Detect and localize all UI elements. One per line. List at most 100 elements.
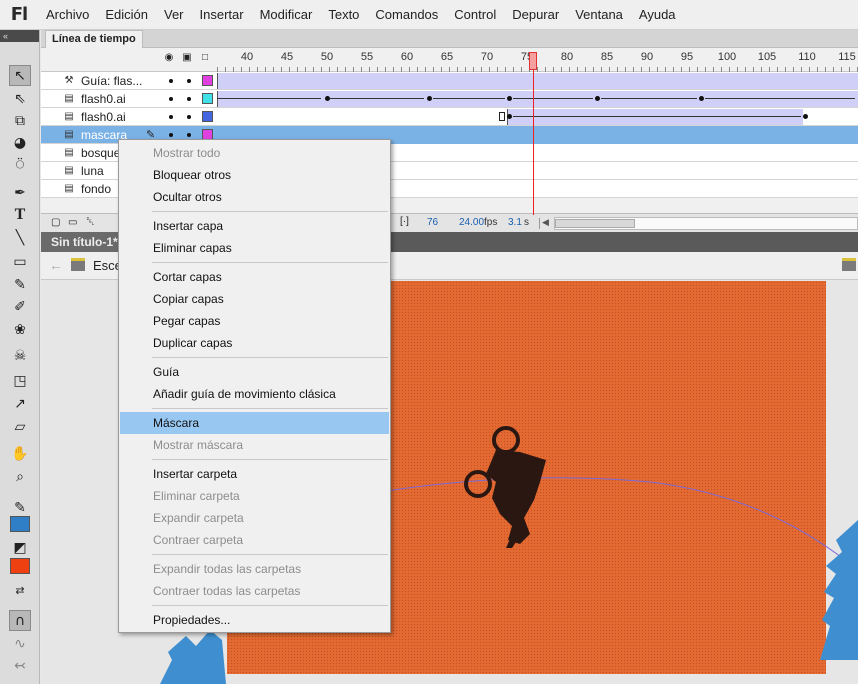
context-menu-item[interactable]: Eliminar capas bbox=[120, 237, 389, 259]
layer-header[interactable]: ⚒ Guía: flas... bbox=[41, 72, 217, 90]
bone-tool-icon[interactable]: ☠ bbox=[9, 345, 31, 366]
layer-outline-color[interactable] bbox=[202, 93, 213, 104]
menu-depurar[interactable]: Depurar bbox=[504, 0, 567, 30]
fps-value[interactable]: 24.00 bbox=[459, 217, 484, 228]
stroke-color-swatch[interactable] bbox=[10, 516, 30, 532]
lock-dot[interactable] bbox=[187, 97, 191, 101]
delete-layer-icon[interactable]: ␡ bbox=[86, 216, 95, 229]
menu-ayuda[interactable]: Ayuda bbox=[631, 0, 684, 30]
pen-tool-icon[interactable]: ✒ bbox=[9, 182, 31, 203]
playhead[interactable] bbox=[529, 52, 537, 70]
blank-keyframe[interactable] bbox=[499, 112, 505, 121]
menu-texto[interactable]: Texto bbox=[320, 0, 367, 30]
tools-panel-collapse[interactable]: « bbox=[0, 30, 39, 42]
line-tool-icon[interactable]: ╲ bbox=[9, 227, 31, 248]
keyframe[interactable] bbox=[595, 96, 600, 101]
menu-comandos[interactable]: Comandos bbox=[367, 0, 446, 30]
3d-rotation-tool-icon[interactable]: ◕ bbox=[9, 132, 31, 153]
selection-tool-icon[interactable]: ↖ bbox=[9, 65, 31, 86]
brush-tool-icon[interactable]: ✐ bbox=[9, 296, 31, 317]
scroll-left-icon[interactable]: ◀ bbox=[542, 217, 549, 228]
keyframe[interactable] bbox=[507, 114, 512, 119]
eyedropper-tool-icon[interactable]: ↗ bbox=[9, 393, 31, 414]
deco-tool-icon[interactable]: ❀ bbox=[9, 319, 31, 340]
new-layer-icon[interactable]: ▢ bbox=[51, 217, 60, 228]
new-folder-icon[interactable]: ▭ bbox=[68, 217, 77, 228]
menu-ventana[interactable]: Ventana bbox=[567, 0, 631, 30]
text-tool-icon[interactable]: T bbox=[9, 204, 31, 225]
outline-icon[interactable]: □ bbox=[199, 52, 211, 64]
menu-modificar[interactable]: Modificar bbox=[252, 0, 321, 30]
layer-frames[interactable] bbox=[217, 108, 858, 126]
context-menu-item[interactable]: Añadir guía de movimiento clásica bbox=[120, 383, 389, 405]
menu-control[interactable]: Control bbox=[446, 0, 504, 30]
free-transform-tool-icon[interactable]: ⧉ bbox=[9, 110, 31, 131]
fill-color-icon[interactable]: ◩ bbox=[9, 537, 31, 558]
layer-name[interactable]: luna bbox=[81, 164, 104, 178]
context-menu-item[interactable]: Propiedades... bbox=[120, 609, 389, 631]
context-menu-item[interactable]: Copiar capas bbox=[120, 288, 389, 310]
lock-dot[interactable] bbox=[187, 79, 191, 83]
context-menu-item[interactable]: Guía bbox=[120, 361, 389, 383]
lock-dot[interactable] bbox=[187, 115, 191, 119]
eraser-tool-icon[interactable]: ▱ bbox=[9, 416, 31, 437]
context-menu-item[interactable]: Insertar carpeta bbox=[120, 463, 389, 485]
keyframe[interactable] bbox=[507, 96, 512, 101]
context-menu-item[interactable]: Insertar capa bbox=[120, 215, 389, 237]
subselection-tool-icon[interactable]: ⇖ bbox=[9, 88, 31, 109]
edit-multiple-frames-icon[interactable]: [·] bbox=[400, 216, 409, 227]
visibility-dot[interactable] bbox=[169, 79, 173, 83]
context-menu-item[interactable]: Pegar capas bbox=[120, 310, 389, 332]
swap-colors-icon[interactable]: ⇄ bbox=[9, 580, 31, 601]
layer-name[interactable]: flash0.ai bbox=[81, 110, 126, 124]
rectangle-tool-icon[interactable]: ▭ bbox=[9, 251, 31, 272]
keyframe[interactable] bbox=[427, 96, 432, 101]
layer-outline-color[interactable] bbox=[202, 75, 213, 86]
context-menu-item[interactable]: Ocultar otros bbox=[120, 186, 389, 208]
context-menu-item[interactable]: Máscara bbox=[120, 412, 389, 434]
layer-header[interactable]: ▤ flash0.ai bbox=[41, 90, 217, 108]
lock-icon[interactable]: ▣ bbox=[181, 52, 193, 64]
smooth-icon[interactable]: ∿ bbox=[9, 633, 31, 654]
pencil-tool-icon[interactable]: ✎ bbox=[9, 274, 31, 295]
layer-row[interactable]: ▤ flash0.ai bbox=[41, 108, 858, 126]
hand-tool-icon[interactable]: ✋ bbox=[9, 443, 31, 464]
context-menu-item[interactable]: Bloquear otros bbox=[120, 164, 389, 186]
layer-header[interactable]: ▤ flash0.ai bbox=[41, 108, 217, 126]
layer-name[interactable]: flash0.ai bbox=[81, 92, 126, 106]
visibility-dot[interactable] bbox=[169, 133, 173, 137]
menu-edicion[interactable]: Edición bbox=[97, 0, 156, 30]
snap-magnet-icon[interactable]: ∩ bbox=[9, 610, 31, 631]
layer-name[interactable]: Guía: flas... bbox=[81, 74, 142, 88]
menu-insertar[interactable]: Insertar bbox=[192, 0, 252, 30]
lasso-tool-icon[interactable]: ⍥ bbox=[9, 154, 31, 175]
eye-icon[interactable]: ◉ bbox=[163, 52, 175, 64]
keyframe[interactable] bbox=[803, 114, 808, 119]
stroke-color-icon[interactable]: ✎ bbox=[9, 497, 31, 518]
timeline-hscrollbar[interactable] bbox=[554, 217, 858, 230]
context-menu-item[interactable]: Duplicar capas bbox=[120, 332, 389, 354]
layer-frames[interactable] bbox=[217, 72, 858, 90]
visibility-dot[interactable] bbox=[169, 115, 173, 119]
straighten-icon[interactable]: ↢ bbox=[9, 655, 31, 676]
layer-row[interactable]: ▤ flash0.ai bbox=[41, 90, 858, 108]
visibility-dot[interactable] bbox=[169, 97, 173, 101]
timeline-scroll-thumb[interactable] bbox=[555, 219, 635, 228]
frame-ruler[interactable]: 40 45 50 55 60 65 70 75 80 85 90 95 100 105 110 115 bbox=[217, 48, 858, 72]
layer-frames[interactable] bbox=[217, 90, 858, 108]
zoom-tool-icon[interactable]: ⌕ bbox=[9, 466, 31, 487]
tab-timeline[interactable]: Línea de tiempo bbox=[45, 30, 143, 48]
lock-dot[interactable] bbox=[187, 133, 191, 137]
edit-scene-icon[interactable] bbox=[842, 258, 856, 271]
elapsed-time[interactable]: 3.1 bbox=[508, 217, 522, 228]
back-arrow-icon[interactable]: ← bbox=[49, 257, 63, 273]
layer-outline-color[interactable] bbox=[202, 111, 213, 122]
menu-ver[interactable]: Ver bbox=[156, 0, 192, 30]
layer-row[interactable]: ⚒ Guía: flas... bbox=[41, 72, 858, 90]
fill-color-swatch[interactable] bbox=[10, 558, 30, 574]
paint-bucket-tool-icon[interactable]: ◳ bbox=[9, 370, 31, 391]
keyframe[interactable] bbox=[699, 96, 704, 101]
layer-name[interactable]: fondo bbox=[81, 182, 111, 196]
menu-archivo[interactable]: Archivo bbox=[38, 0, 97, 30]
layer-name[interactable]: bosque bbox=[81, 146, 120, 160]
